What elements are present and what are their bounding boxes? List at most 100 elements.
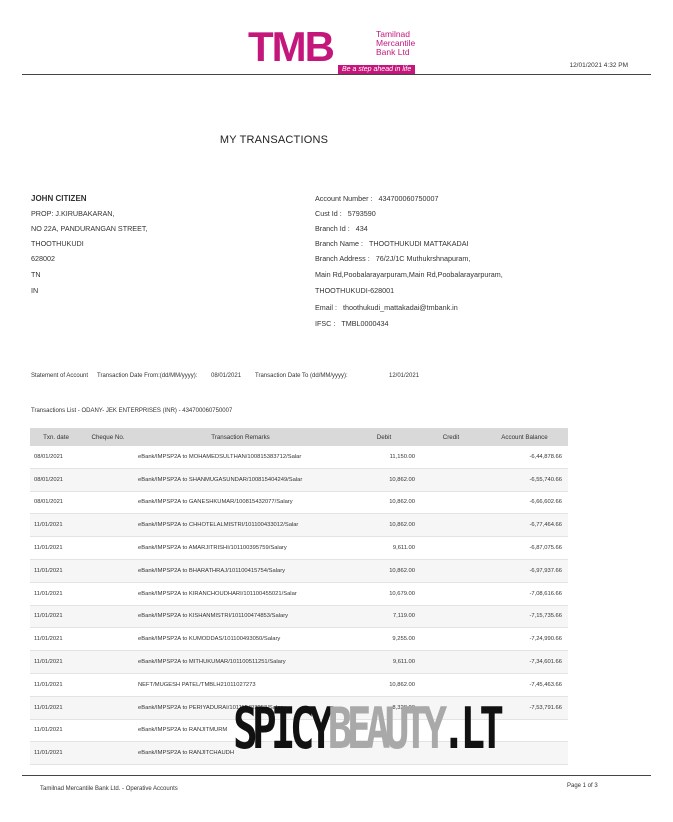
txn-date-cell: 11/01/2021 — [30, 582, 82, 606]
printed-timestamp: 12/01/2021 4:32 PM — [569, 62, 628, 69]
table-row: 11/01/2021 NEFT/MUGESH PATEL/TMBLH2101102… — [30, 673, 568, 697]
customer-address-line: THOOTHUKUDI — [31, 239, 84, 248]
balance-cell: -7,15,735.66 — [481, 605, 568, 629]
col-header-txn-date: Txn. date — [30, 428, 82, 446]
balance-cell: -7,45,463.66 — [481, 673, 568, 697]
credit-cell — [421, 582, 481, 606]
table-row: 08/01/2021 eBank/IMPSP2A to SHANMUGASUNDA… — [30, 468, 568, 492]
date-from-label: Transaction Date From:(dd/MM/yyyy): — [97, 373, 198, 379]
header-divider — [22, 74, 651, 75]
watermark: SPICYBEAUTY.LT — [233, 696, 504, 762]
table-row: 08/01/2021 eBank/IMPSP2A to MOHAMEDSULTHA… — [30, 446, 568, 469]
bank-logo: TMB Tamilnad Mercantile Bank Ltd Be a st… — [248, 26, 438, 76]
customer-address-line: IN — [31, 286, 39, 295]
table-header-row: Txn. date Cheque No. Transaction Remarks… — [30, 428, 568, 446]
remarks-cell: eBank/IMPSP2A to SHANMUGASUNDAR/10081540… — [134, 468, 347, 492]
logo-tagline: Be a step ahead in life — [338, 65, 416, 74]
branch-id: Branch Id :434 — [315, 224, 368, 233]
table-row: 11/01/2021 eBank/IMPSP2A to KUMODDAS/1011… — [30, 627, 568, 652]
table-row: 11/01/2021 eBank/IMPSP2A to AMARJITRISHI/… — [30, 536, 568, 560]
remarks-cell: eBank/IMPSP2A to MITHUKUMAR/101100511251… — [134, 650, 347, 674]
credit-cell — [421, 491, 481, 515]
balance-cell: -7,24,990.66 — [481, 627, 568, 652]
debit-cell: 7,119.00 — [347, 605, 421, 629]
remarks-cell: eBank/IMPSP2A to BHARATHRAJ/101100415754… — [134, 559, 347, 583]
branch-name: Branch Name : THOOTHUKUDI MATTAKADAI — [315, 239, 469, 248]
txn-date-cell: 11/01/2021 — [30, 559, 82, 583]
table-row: 11/01/2021 eBank/IMPSP2A to KISHANMISTRI/… — [30, 605, 568, 629]
date-to-value: 12/01/2021 — [389, 373, 420, 379]
footer-divider — [22, 775, 651, 776]
col-header-debit: Debit — [347, 428, 421, 446]
remarks-cell: eBank/IMPSP2A to CHHOTELALMISTRI/1011004… — [134, 513, 347, 538]
balance-cell: -7,08,616.66 — [481, 582, 568, 606]
customer-address-line: TN — [31, 270, 41, 279]
debit-cell: 10,862.00 — [347, 559, 421, 583]
branch-email: Email : thoothukudi_mattakadai@tmbank.in — [315, 303, 458, 312]
page-number: Page 1 of 3 — [567, 783, 598, 789]
cheque-no-cell — [82, 559, 134, 583]
col-header-credit: Credit — [421, 428, 481, 446]
ifsc-code: IFSC : TMBL0000434 — [315, 319, 389, 328]
txn-date-cell: 11/01/2021 — [30, 627, 82, 652]
debit-cell: 9,611.00 — [347, 536, 421, 560]
cheque-no-cell — [82, 605, 134, 629]
cheque-no-cell — [82, 536, 134, 560]
txn-date-cell: 11/01/2021 — [30, 673, 82, 697]
txn-date-cell: 11/01/2021 — [30, 650, 82, 674]
cheque-no-cell — [82, 468, 134, 492]
cheque-no-cell — [82, 582, 134, 606]
txn-date-cell: 11/01/2021 — [30, 719, 82, 743]
balance-cell: -6,66,602.66 — [481, 491, 568, 515]
credit-cell — [421, 536, 481, 560]
txn-date-cell: 08/01/2021 — [30, 446, 82, 469]
branch-address-line: Main Rd,Poobalarayarpuram,Main Rd,Poobal… — [315, 270, 503, 279]
balance-cell: -6,87,075.66 — [481, 536, 568, 560]
credit-cell — [421, 559, 481, 583]
debit-cell: 9,255.00 — [347, 627, 421, 652]
table-row: 08/01/2021 eBank/IMPSP2A to GANESHKUMAR/1… — [30, 491, 568, 515]
txn-date-cell: 08/01/2021 — [30, 491, 82, 515]
balance-cell: -6,77,464.66 — [481, 513, 568, 538]
txn-date-cell: 11/01/2021 — [30, 741, 82, 766]
debit-cell: 11,150.00 — [347, 446, 421, 469]
col-header-cheque-no: Cheque No. — [82, 428, 134, 446]
balance-cell: -6,55,740.66 — [481, 468, 568, 492]
statement-label: Statement of Account — [31, 373, 89, 379]
balance-cell: -6,97,937.66 — [481, 559, 568, 583]
credit-cell — [421, 627, 481, 652]
cheque-no-cell — [82, 446, 134, 469]
cheque-no-cell — [82, 491, 134, 515]
cheque-no-cell — [82, 513, 134, 538]
txn-date-cell: 11/01/2021 — [30, 536, 82, 560]
debit-cell: 9,611.00 — [347, 650, 421, 674]
remarks-cell: eBank/IMPSP2A to AMARJITRISHI/1011003957… — [134, 536, 347, 560]
date-from-value: 08/01/2021 — [211, 373, 242, 379]
cheque-no-cell — [82, 650, 134, 674]
col-header-remarks: Transaction Remarks — [134, 428, 347, 446]
table-row: 11/01/2021 eBank/IMPSP2A to CHHOTELALMIST… — [30, 513, 568, 538]
remarks-cell: eBank/IMPSP2A to KIRANCHOUDHARI/10110045… — [134, 582, 347, 606]
cheque-no-cell — [82, 696, 134, 720]
credit-cell — [421, 446, 481, 469]
txn-date-cell: 11/01/2021 — [30, 696, 82, 720]
remarks-cell: eBank/IMPSP2A to GANESHKUMAR/10081543207… — [134, 491, 347, 515]
txn-date-cell: 11/01/2021 — [30, 513, 82, 538]
date-to-label: Transaction Date To (dd/MM/yyyy): — [255, 373, 348, 379]
remarks-cell: NEFT/MUGESH PATEL/TMBLH21011027273 — [134, 673, 347, 697]
logo-mark: TMB — [248, 23, 335, 70]
remarks-cell: eBank/IMPSP2A to KISHANMISTRI/1011004748… — [134, 605, 347, 629]
customer-address-line: NO 22A, PANDURANGAN STREET, — [31, 224, 148, 233]
debit-cell: 10,862.00 — [347, 468, 421, 492]
debit-cell: 10,862.00 — [347, 513, 421, 538]
cust-id: Cust Id :5793590 — [315, 209, 376, 218]
cheque-no-cell — [82, 741, 134, 766]
customer-address-line: 628002 — [31, 254, 55, 263]
col-header-balance: Account Balance — [481, 428, 568, 446]
balance-cell: -6,44,878.66 — [481, 446, 568, 469]
credit-cell — [421, 673, 481, 697]
cheque-no-cell — [82, 627, 134, 652]
debit-cell: 10,679.00 — [347, 582, 421, 606]
logo-text: TMB — [248, 23, 335, 70]
credit-cell — [421, 605, 481, 629]
